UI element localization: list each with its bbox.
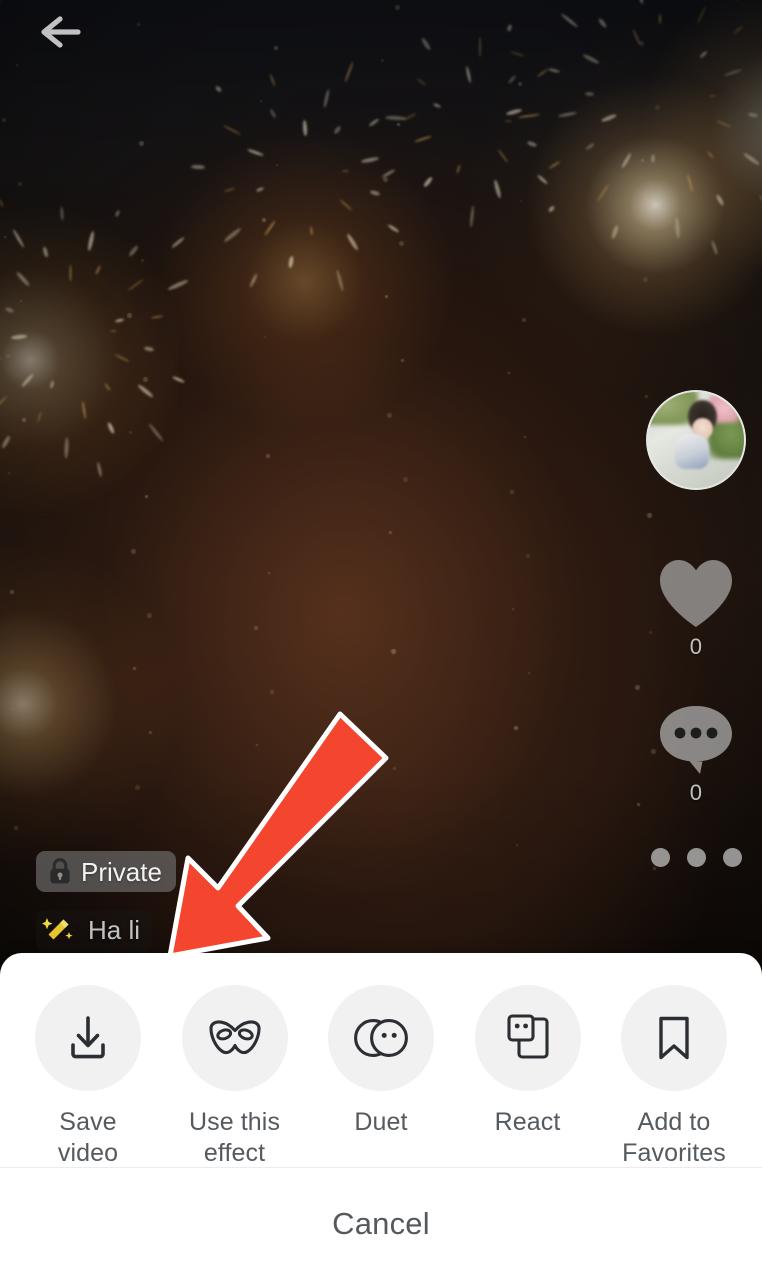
action-duet-circle[interactable] [328,985,434,1091]
rail-item-more[interactable] [646,848,746,867]
action-use-this-effect-label: Use this effect [188,1108,281,1168]
duet-circles-icon [354,1019,408,1057]
phone-screen: 0 0 Private Ha li Save video Use this ef… [0,0,762,1280]
action-use-this-effect[interactable]: Use this effect [175,985,295,1170]
action-react[interactable]: React [468,985,588,1170]
video-meta-overlay: Private Ha li [36,851,466,952]
back-button[interactable] [32,6,90,58]
avatar[interactable] [646,390,746,490]
mask-icon [208,1020,261,1055]
comment-count: 0 [689,780,703,805]
action-add-to-favorites-label: Add to Favorites [622,1108,726,1168]
bookmark-icon [659,1016,689,1060]
action-duet[interactable]: Duet [321,985,441,1170]
rail-item-like[interactable]: 0 [646,556,746,658]
video-action-rail: 0 0 [646,390,746,867]
arrow-left-icon [41,16,81,48]
action-react-circle[interactable] [474,985,581,1091]
magic-wand-icon [42,918,73,940]
effect-label: Ha li [88,914,141,945]
sheet-action-row: Save video Use this effect Duet React Ad… [0,953,762,1170]
action-save-video-label: Save video [57,1108,119,1168]
rail-item-avatar[interactable] [646,390,746,490]
status-badge-private[interactable]: Private [36,851,176,892]
share-action-sheet: Save video Use this effect Duet React Ad… [0,953,762,1280]
comment-bubble-icon[interactable] [656,702,736,776]
action-use-this-effect-circle[interactable] [181,985,288,1091]
more-dots-icon[interactable] [650,848,742,867]
action-add-to-favorites[interactable]: Add to Favorites [614,985,734,1170]
action-save-video[interactable]: Save video [28,985,148,1170]
heart-icon[interactable] [655,556,737,630]
effect-label-row[interactable]: Ha li [36,910,153,952]
cancel-button-label: Cancel [332,1206,430,1241]
action-add-to-favorites-circle[interactable] [621,985,727,1091]
like-count: 0 [689,634,703,659]
private-badge-label: Private [81,856,162,887]
react-frames-icon [506,1014,549,1059]
action-save-video-circle[interactable] [35,985,141,1091]
download-icon [71,1016,105,1059]
action-duet-label: Duet [354,1108,408,1136]
cancel-button[interactable]: Cancel [0,1168,762,1280]
lock-icon [50,858,70,884]
action-react-label: React [494,1108,561,1136]
rail-item-comment[interactable]: 0 [646,702,746,804]
